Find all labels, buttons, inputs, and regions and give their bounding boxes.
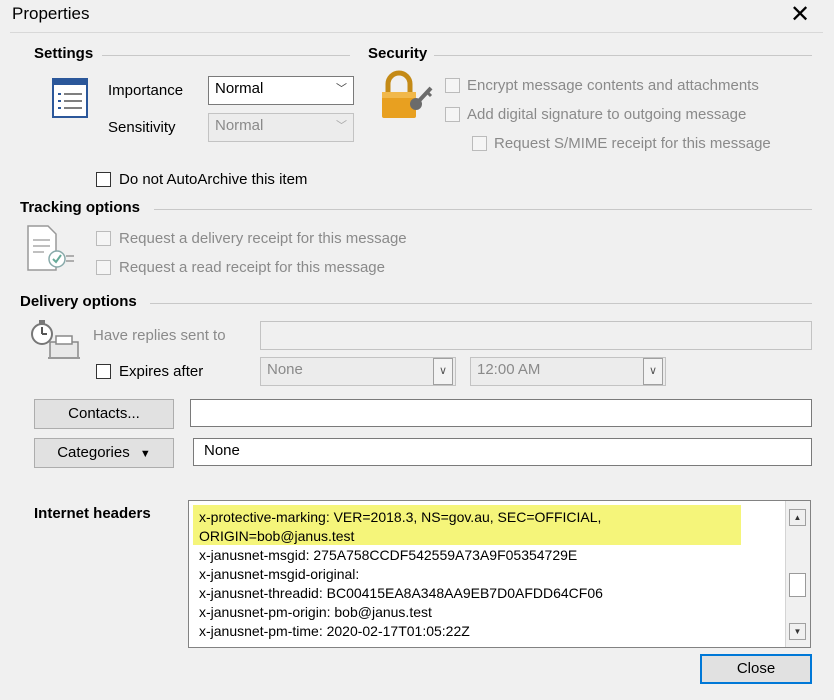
sensitivity-label: Sensitivity [108,119,176,136]
expires-label: Expires after [119,363,204,380]
security-heading: Security [368,45,428,62]
chevron-down-icon: ﹀ [336,120,347,132]
signature-label: Add digital signature to outgoing messag… [467,106,747,123]
expires-time-value: 12:00 AM [477,361,541,378]
autoarchive-checkbox[interactable] [96,172,111,187]
replies-input[interactable] [260,321,812,350]
expires-date-select[interactable]: None [260,357,456,386]
replies-label: Have replies sent to [93,327,226,344]
read-receipt-checkbox[interactable] [96,260,111,275]
scroll-down-icon[interactable]: ▼ [789,623,806,640]
expires-time-select[interactable]: 12:00 AM [470,357,666,386]
contacts-input[interactable] [190,399,812,427]
settings-heading: Settings [34,45,94,62]
importance-select[interactable]: Normal ﹀ [208,76,354,105]
delivery-receipt-label: Request a delivery receipt for this mess… [119,230,407,247]
headers-scrollbar[interactable]: ▲ ▼ [785,501,810,647]
header-line: x-protective-marking: VER=2018.3, NS=gov… [199,509,602,525]
encrypt-label: Encrypt message contents and attachments [467,77,759,94]
tracking-heading: Tracking options [20,199,141,216]
smime-label: Request S/MIME receipt for this message [494,135,771,152]
settings-divider [102,55,350,56]
header-line: x-janusnet-pm-origin: bob@janus.test [199,604,432,620]
close-button[interactable]: Close [700,654,812,684]
read-receipt-label: Request a read receipt for this message [119,259,385,276]
header-line: x-janusnet-pm-time: 2020-02-17T01:05:22Z [199,623,470,639]
lock-key-icon [378,70,434,127]
header-line: x-janusnet-msgid-original: [199,566,360,582]
signature-checkbox[interactable] [445,107,460,122]
expires-checkbox[interactable] [96,364,111,379]
header-line: x-janusnet-threadid: BC00415EA8A348AA9EB… [199,585,603,601]
scroll-up-icon[interactable]: ▲ [789,509,806,526]
header-line: ORIGIN=bob@janus.test [199,528,355,544]
delivery-divider [150,303,812,304]
delivery-timer-icon [30,320,84,371]
encrypt-checkbox[interactable] [445,78,460,93]
header-line: x-janusnet-msgid: 275A758CCDF542559A73A9… [199,547,578,563]
categories-button-label: Categories [57,444,130,461]
delivery-receipt-checkbox[interactable] [96,231,111,246]
dialog-title: Properties [12,4,90,23]
expires-date-value: None [267,361,303,378]
tracking-divider [154,209,812,210]
sensitivity-select[interactable]: Normal ﹀ [208,113,354,142]
importance-label: Importance [108,82,184,99]
categories-input[interactable]: None [193,438,812,466]
internet-headers-label: Internet headers [34,505,151,522]
sensitivity-value: Normal [215,117,264,134]
smime-checkbox[interactable] [472,136,487,151]
security-divider [434,55,812,56]
message-settings-icon [52,78,88,123]
scroll-thumb[interactable] [789,573,806,597]
delivery-heading: Delivery options [20,293,137,310]
caret-down-icon: ▼ [139,448,151,460]
importance-value: Normal [215,80,264,97]
chevron-down-icon[interactable]: ∨ [643,358,663,385]
autoarchive-label: Do not AutoArchive this item [119,171,308,188]
categories-button[interactable]: Categories ▼ [34,438,174,468]
receipt-icon [24,224,76,279]
chevron-down-icon: ﹀ [336,83,347,95]
internet-headers-textbox[interactable]: x-protective-marking: VER=2018.3, NS=gov… [188,500,811,648]
contacts-button[interactable]: Contacts... [34,399,174,429]
chevron-down-icon[interactable]: ∨ [433,358,453,385]
dialog-frame [10,32,823,33]
close-icon[interactable]: ✕ [790,0,810,29]
